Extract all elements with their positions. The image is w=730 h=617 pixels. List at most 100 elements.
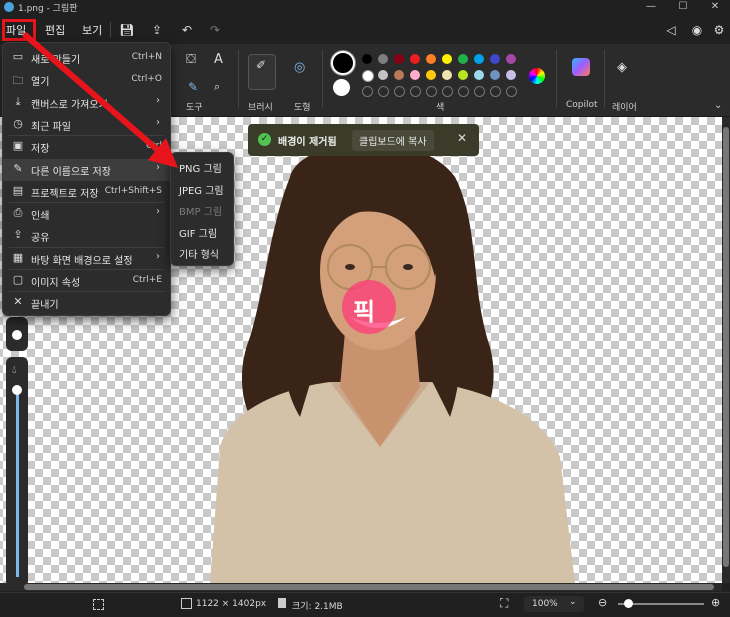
secondary-color-selector[interactable] bbox=[333, 79, 350, 96]
selection-icon bbox=[93, 599, 104, 610]
fit-to-window-icon[interactable]: ⛶ bbox=[500, 596, 508, 611]
zoom-slider-knob[interactable] bbox=[624, 599, 633, 608]
minimize-button[interactable]: — bbox=[636, 0, 666, 14]
file-size-icon bbox=[278, 598, 286, 608]
file-menu-item-label: 프로젝트로 저장 bbox=[31, 188, 99, 200]
horizontal-scrollbar[interactable] bbox=[0, 583, 722, 591]
zoom-value: 100% bbox=[532, 599, 558, 609]
layers-label: 레이어 bbox=[612, 103, 637, 113]
chevron-right-icon: › bbox=[156, 250, 160, 262]
custom-color-slot[interactable] bbox=[458, 86, 469, 97]
ribbon-separator bbox=[604, 50, 605, 108]
opacity-slider-track[interactable] bbox=[16, 387, 19, 577]
account-icon[interactable]: ◉ bbox=[688, 22, 706, 38]
save-as-format-item[interactable]: 기타 형식 bbox=[179, 246, 219, 261]
color-swatch[interactable] bbox=[506, 70, 516, 80]
size-slider-knob[interactable] bbox=[12, 330, 22, 340]
ribbon-separator bbox=[322, 50, 323, 108]
close-window-button[interactable]: ✕ bbox=[700, 0, 730, 14]
brush-icon: ✐ bbox=[256, 58, 267, 72]
save-as-format-item[interactable]: GIF 그림 bbox=[179, 225, 217, 240]
color-swatch[interactable] bbox=[474, 54, 484, 64]
color-swatch[interactable] bbox=[394, 70, 404, 80]
magnifier-icon[interactable]: ⌕ bbox=[214, 80, 220, 94]
zoom-in-icon[interactable]: ⊕ bbox=[711, 596, 720, 609]
color-swatch[interactable] bbox=[362, 70, 374, 82]
custom-color-slot[interactable] bbox=[474, 86, 485, 97]
brushes-label: 브러시 bbox=[248, 103, 273, 113]
color-swatch[interactable] bbox=[378, 54, 388, 64]
color-swatch[interactable] bbox=[394, 54, 404, 64]
color-swatch[interactable] bbox=[442, 54, 452, 64]
custom-color-slot[interactable] bbox=[506, 86, 517, 97]
color-swatch[interactable] bbox=[410, 54, 420, 64]
color-swatch[interactable] bbox=[426, 70, 436, 80]
file-menu-item-shortcut: Ctrl+E bbox=[132, 275, 162, 285]
ribbon-collapse-icon[interactable]: ⌄ bbox=[714, 100, 722, 111]
file-menu-item[interactable]: ▢ 이미지 속성 Ctrl+E bbox=[3, 270, 170, 292]
share-icon: ⇪ bbox=[13, 228, 23, 242]
file-menu-item-shortcut: Ctrl+Shift+S bbox=[104, 185, 162, 196]
color-swatch[interactable] bbox=[474, 70, 484, 80]
chevron-down-icon: ⌄ bbox=[569, 597, 577, 607]
window-title: 1.png - 그림판 bbox=[18, 4, 78, 14]
primary-color-selector[interactable] bbox=[331, 51, 355, 75]
copilot-icon[interactable] bbox=[572, 58, 590, 76]
custom-color-slot[interactable] bbox=[378, 86, 389, 97]
horizontal-scrollbar-thumb[interactable] bbox=[24, 584, 714, 590]
shapes-label: 도형 bbox=[294, 103, 311, 113]
custom-color-slot[interactable] bbox=[410, 86, 421, 97]
file-menu-item[interactable]: ⎙ 인쇄 › bbox=[3, 203, 170, 225]
file-menu-item[interactable]: ▦ 바탕 화면 배경으로 설정 › bbox=[3, 248, 170, 270]
copy-to-clipboard-button[interactable]: 클립보드에 복사 bbox=[352, 130, 434, 151]
zoom-out-icon[interactable]: ⊖ bbox=[598, 596, 607, 609]
copilot-label: Copilot bbox=[566, 100, 598, 110]
title-bar: 1.png - 그림판 — ☐ ✕ bbox=[0, 0, 730, 14]
zoom-select[interactable]: 100% ⌄ bbox=[524, 596, 584, 612]
custom-color-slot[interactable] bbox=[394, 86, 405, 97]
custom-color-slot[interactable] bbox=[362, 86, 373, 97]
text-tool-icon[interactable]: A bbox=[214, 52, 223, 67]
color-swatch[interactable] bbox=[506, 54, 516, 64]
canvas-size-icon bbox=[181, 598, 192, 609]
wallpaper-icon: ▦ bbox=[12, 250, 24, 264]
color-swatch[interactable] bbox=[458, 70, 468, 80]
properties-icon: ▢ bbox=[12, 273, 24, 286]
dismiss-close-icon[interactable]: ✕ bbox=[457, 131, 467, 145]
color-swatch[interactable] bbox=[458, 54, 468, 64]
file-menu-item-label: 인쇄 bbox=[31, 211, 50, 223]
file-menu-item[interactable]: ✕ 끝내기 bbox=[3, 292, 170, 314]
save-as-format-item[interactable]: JPEG 그림 bbox=[179, 182, 224, 197]
maximize-button[interactable]: ☐ bbox=[668, 0, 698, 14]
color-swatch[interactable] bbox=[378, 70, 388, 80]
color-swatch[interactable] bbox=[490, 54, 500, 64]
layers-icon[interactable]: ◈ bbox=[617, 60, 627, 75]
opacity-slider-knob[interactable] bbox=[12, 385, 22, 395]
shapes-icon[interactable]: ◎ bbox=[294, 60, 305, 75]
chevron-right-icon: › bbox=[156, 206, 160, 218]
vertical-scrollbar[interactable] bbox=[722, 117, 730, 583]
image-dimensions: 1122 × 1402px bbox=[196, 599, 267, 609]
vertical-scrollbar-thumb[interactable] bbox=[723, 127, 729, 567]
custom-color-slot[interactable] bbox=[426, 86, 437, 97]
color-swatch[interactable] bbox=[410, 70, 420, 80]
file-menu-item-label: 이미지 속성 bbox=[31, 278, 81, 289]
feedback-icon[interactable]: ◁ bbox=[662, 22, 680, 38]
status-bar: 1122 × 1402px 크기: 2.1MB ⛶ 100% ⌄ ⊖ ⊕ bbox=[0, 592, 730, 617]
color-swatch[interactable] bbox=[490, 70, 500, 80]
settings-gear-icon[interactable]: ⚙ bbox=[710, 22, 728, 38]
save-as-format-item[interactable]: BMP 그림 bbox=[179, 203, 222, 218]
file-menu-item[interactable]: ⇪ 공유 bbox=[3, 225, 170, 247]
custom-color-slot[interactable] bbox=[490, 86, 501, 97]
file-size: 크기: 2.1MB bbox=[292, 602, 343, 612]
ribbon-separator bbox=[556, 50, 557, 108]
edit-colors-icon[interactable] bbox=[529, 68, 545, 84]
print-icon: ⎙ bbox=[13, 206, 23, 220]
color-swatch[interactable] bbox=[426, 54, 436, 64]
file-menu-item[interactable]: ▤ 프로젝트로 저장 Ctrl+Shift+S bbox=[3, 181, 170, 203]
file-menu-item-label: 공유 bbox=[31, 233, 50, 245]
success-check-icon: ✓ bbox=[258, 133, 271, 146]
custom-color-slot[interactable] bbox=[442, 86, 453, 97]
color-swatch[interactable] bbox=[442, 70, 452, 80]
color-swatch[interactable] bbox=[362, 54, 372, 64]
